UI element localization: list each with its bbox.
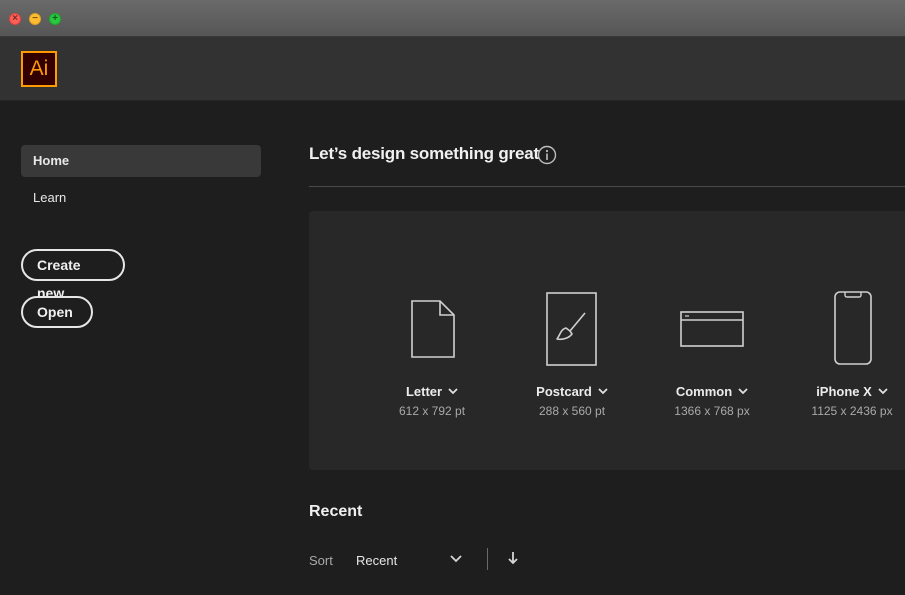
preset-size: 288 x 560 pt <box>538 404 606 418</box>
open-button[interactable]: Open <box>21 296 93 328</box>
preset-letter[interactable]: Letter 612 x 792 pt <box>367 211 497 470</box>
phone-icon <box>834 291 872 365</box>
sort-divider <box>487 548 488 570</box>
preset-name: Postcard <box>507 384 637 399</box>
app-logo: Ai <box>21 51 57 87</box>
browser-window-icon <box>680 311 744 347</box>
preset-size: 1125 x 2436 px <box>811 404 893 418</box>
brush-card-icon <box>546 292 597 366</box>
close-icon: × <box>12 13 18 24</box>
sidebar-item-learn[interactable]: Learn <box>21 182 261 214</box>
sidebar-item-home[interactable]: Home <box>21 145 261 177</box>
minimize-icon: − <box>32 13 38 24</box>
presets-panel: Letter 612 x 792 pt Postcard 288 x 560 p… <box>309 211 905 470</box>
chevron-down-icon[interactable] <box>448 388 458 395</box>
info-icon[interactable] <box>537 145 557 165</box>
chevron-down-icon[interactable] <box>738 388 748 395</box>
recent-heading: Recent <box>309 503 363 520</box>
window-zoom-button[interactable]: + <box>49 13 61 25</box>
preset-postcard[interactable]: Postcard 288 x 560 pt <box>507 211 637 470</box>
create-new-button[interactable]: Create new <box>21 249 125 301</box>
window-close-button[interactable]: × <box>9 13 21 25</box>
chevron-down-icon[interactable] <box>878 388 888 395</box>
sort-label: Sort <box>309 553 333 568</box>
preset-name: Letter <box>367 384 497 399</box>
arrow-down-icon[interactable] <box>507 551 519 565</box>
preset-iphone-x[interactable]: iPhone X 1125 x 2436 px <box>787 211 905 470</box>
window-minimize-button[interactable]: − <box>29 13 41 25</box>
page-title: Let’s design something great <box>309 144 539 163</box>
heading-divider <box>309 186 905 187</box>
chevron-down-icon[interactable] <box>598 388 608 395</box>
chevron-down-icon[interactable] <box>450 555 462 563</box>
document-icon <box>411 300 455 358</box>
app-header: Ai <box>0 37 905 101</box>
zoom-icon: + <box>52 13 58 24</box>
preset-name: Common <box>647 384 777 399</box>
preset-size: 1366 x 768 px <box>674 404 750 418</box>
preset-size: 612 x 792 pt <box>398 404 466 418</box>
preset-common[interactable]: Common 1366 x 768 px <box>647 211 777 470</box>
sort-dropdown[interactable]: Recent <box>356 553 397 568</box>
preset-name: iPhone X <box>787 384 905 399</box>
window-titlebar: × − + <box>0 0 905 37</box>
